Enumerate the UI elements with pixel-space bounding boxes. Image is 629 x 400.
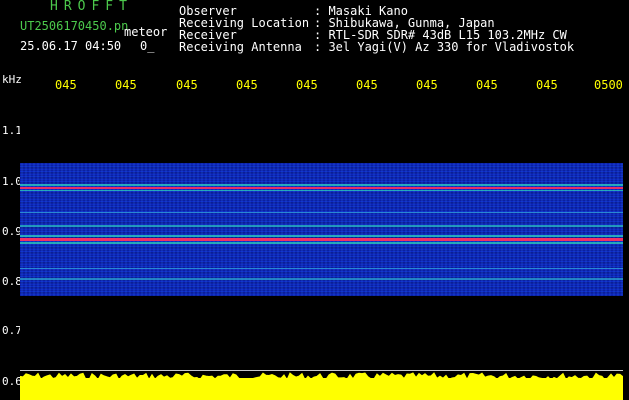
signal-band xyxy=(20,238,623,241)
signal-band xyxy=(20,212,623,213)
time-tick-label: 045 xyxy=(236,78,258,92)
time-tick-label: 045 xyxy=(476,78,498,92)
time-tick-label: 0500 xyxy=(594,78,623,92)
spectrogram-panel xyxy=(20,96,623,370)
time-tick-label: 045 xyxy=(176,78,198,92)
signal-band xyxy=(20,187,623,189)
time-tick-label: 045 xyxy=(115,78,137,92)
freq-tick-label: 0.7 xyxy=(2,324,22,337)
signal-band xyxy=(20,225,623,227)
signal-band xyxy=(20,242,623,244)
time-tick-label: 045 xyxy=(296,78,318,92)
signal-band xyxy=(20,235,623,237)
freq-tick-label: 1.1 xyxy=(2,124,22,137)
time-tick-label: 045 xyxy=(416,78,438,92)
info-label: Receiving Antenna xyxy=(179,40,302,54)
freq-tick-label: 1.0 xyxy=(2,175,22,188)
signal-band xyxy=(20,190,623,191)
info-row-antenna: Receiving Antenna : 3el Yagi(V) Az 330 fo… xyxy=(179,41,574,53)
info-value: : 3el Yagi(V) Az 330 for Vladivostok xyxy=(314,40,575,54)
freq-tick-label: 0.9 xyxy=(2,225,22,238)
audio-level-trace xyxy=(20,372,623,400)
signal-band xyxy=(20,268,623,269)
freq-tick-label: 0.6 xyxy=(2,375,22,388)
timestamp: 25.06.17 04:50 xyxy=(20,39,122,53)
file-type-label: meteor xyxy=(124,25,168,39)
waterfall-spectrogram xyxy=(20,163,623,296)
time-tick-label: 045 xyxy=(536,78,558,92)
freq-tick-label: 0.8 xyxy=(2,275,22,288)
frequency-unit-label: kHz xyxy=(2,73,22,86)
signal-band xyxy=(20,278,623,280)
app-brand: HROFFT xyxy=(50,0,133,14)
file-name: UT2506170450.pn xyxy=(20,19,129,33)
timestamp-extra: 0_ xyxy=(140,39,155,53)
divider xyxy=(20,370,623,371)
signal-band xyxy=(20,184,623,186)
time-tick-label: 045 xyxy=(356,78,378,92)
time-tick-label: 045 xyxy=(55,78,77,92)
